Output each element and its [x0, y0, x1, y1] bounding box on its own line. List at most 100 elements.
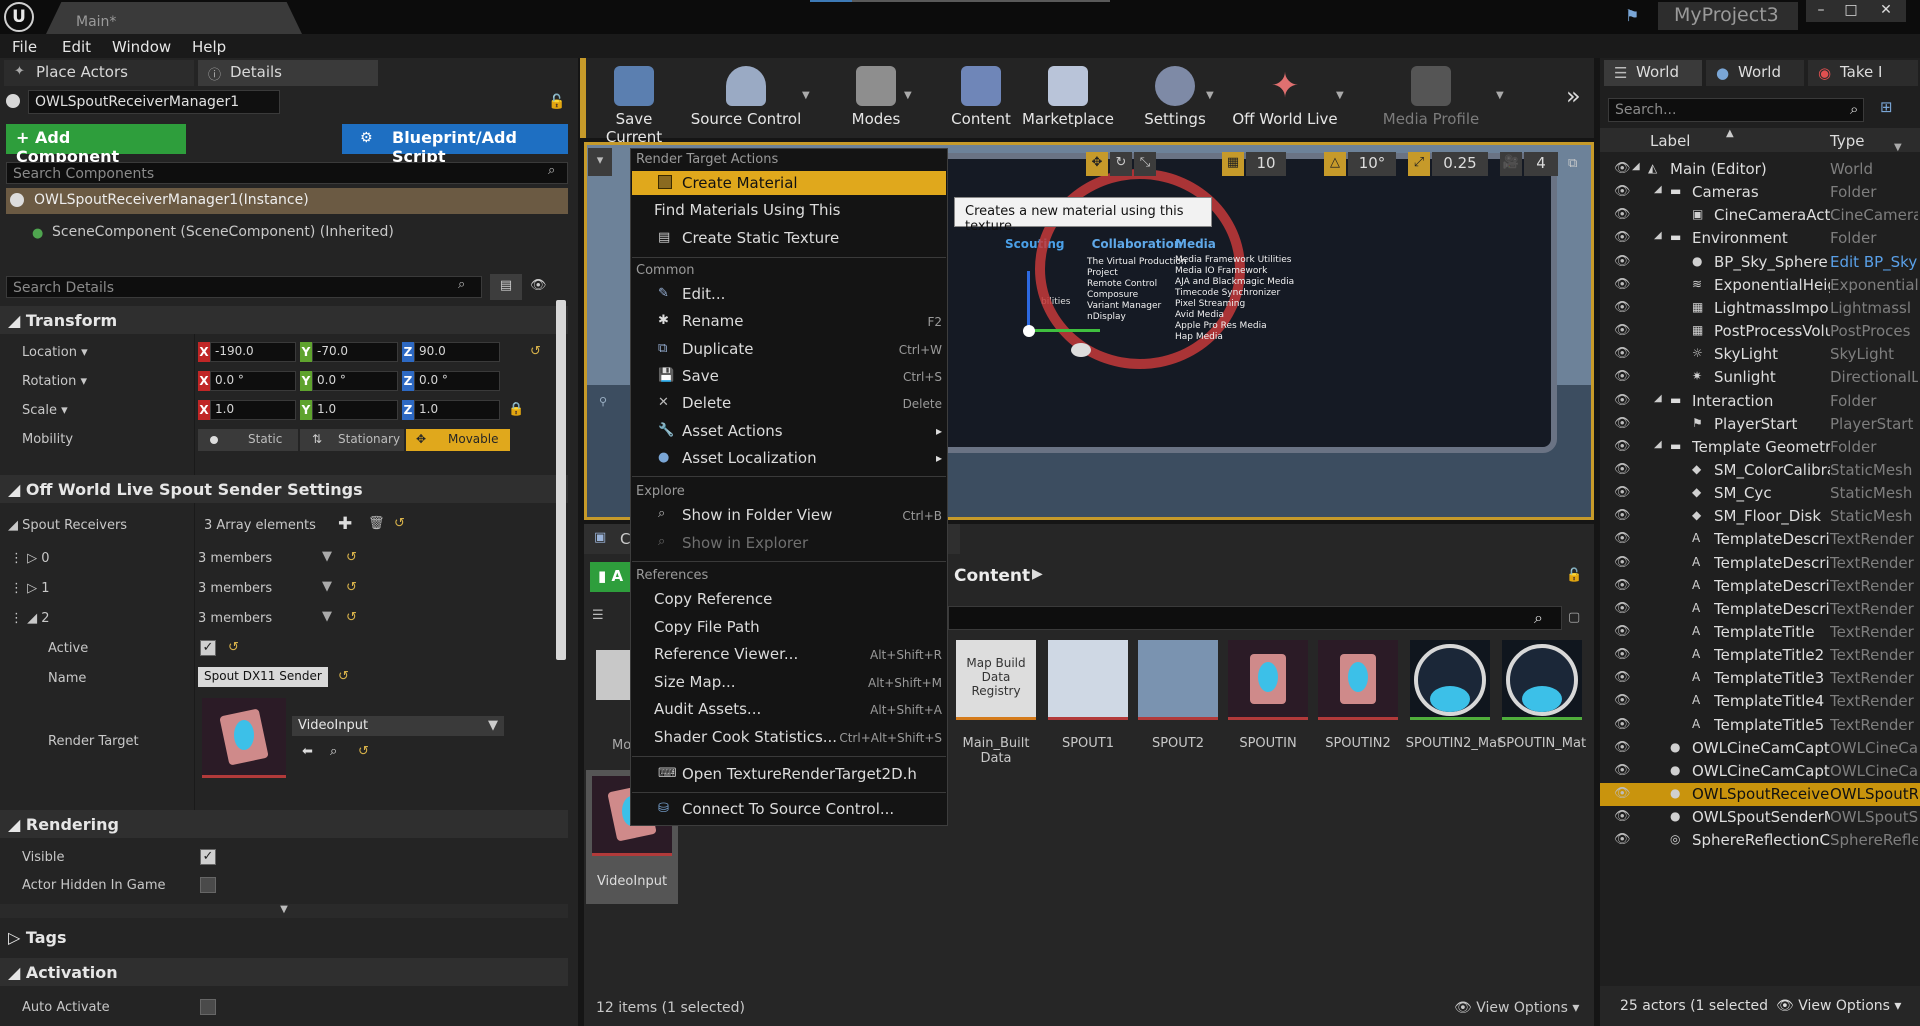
use-selected-arrow-icon[interactable]: ⬅	[302, 744, 313, 759]
visibility-eye-icon[interactable]: 👁	[1614, 300, 1631, 316]
expand-arrow-icon[interactable]: ◢	[1654, 439, 1662, 450]
details-scrollbar[interactable]	[556, 300, 566, 660]
content-path[interactable]: Content	[954, 566, 1030, 586]
visibility-eye-icon[interactable]: 👁	[1614, 207, 1631, 223]
location-y-input[interactable]: -70.0	[312, 342, 398, 362]
outliner-row[interactable]: 👁 A TemplateTitle2 TextRender	[1600, 644, 1920, 667]
outliner-row[interactable]: 👁 ◢ ▬ Environment Folder	[1600, 227, 1920, 250]
spoutin2-thumbnail[interactable]	[1318, 640, 1398, 720]
map-build-data-thumbnail[interactable]: Map Build Data Registry	[956, 640, 1036, 720]
outliner-row[interactable]: 👁 ✷ Sunlight DirectionalL	[1600, 366, 1920, 389]
camera-speed-value[interactable]: 4	[1524, 152, 1558, 176]
off-world-live-dropdown-icon[interactable]: ▼	[1336, 90, 1344, 101]
eye-visibility-icon[interactable]: 👁	[530, 278, 547, 293]
outliner-row[interactable]: 👁 ◢ ▬ Cameras Folder	[1600, 181, 1920, 204]
edit-item[interactable]: Edit...	[682, 285, 725, 303]
menu-help[interactable]: Help	[192, 38, 226, 56]
save-item[interactable]: Save	[682, 367, 719, 385]
visibility-eye-icon[interactable]: 👁	[1614, 832, 1631, 848]
minimize-button[interactable]: –	[1806, 0, 1836, 22]
camera-speed-icon[interactable]: 🎥	[1500, 152, 1522, 176]
rotation-snap-icon[interactable]: △	[1324, 152, 1346, 176]
filter-list-icon[interactable]: ☰	[592, 608, 604, 623]
menu-edit[interactable]: Edit	[62, 38, 91, 56]
copy-reference-item[interactable]: Copy Reference	[654, 590, 772, 608]
advanced-expand[interactable]: ▼	[0, 904, 568, 918]
audit-assets-item[interactable]: Audit Assets...	[654, 700, 761, 718]
content-view-options[interactable]: 👁 View Options ▾	[1454, 1000, 1579, 1016]
translate-tool-icon[interactable]: ✥	[1086, 152, 1108, 176]
gizmo-y-axis[interactable]	[1030, 329, 1100, 332]
outliner-row[interactable]: 👁 A TemplateTitle TextRender	[1600, 621, 1920, 644]
outliner-row[interactable]: 👁 A TemplateDescriptTextRender	[1600, 528, 1920, 551]
visibility-eye-icon[interactable]: 👁	[1614, 693, 1631, 709]
tags-header[interactable]: ▷ Tags	[8, 928, 67, 947]
array-item-2-reset-icon[interactable]: ↺	[346, 610, 357, 625]
lock-icon[interactable]: 🔓	[548, 94, 565, 110]
outliner-row[interactable]: 👁 ≋ ExponentialHeighExponential	[1600, 274, 1920, 297]
tab-world-outliner[interactable]: ☰ World	[1604, 60, 1702, 86]
search-details-input[interactable]: Search Details	[6, 276, 482, 298]
type-column-dropdown-icon[interactable]: ▼	[1894, 142, 1902, 153]
array-item-0[interactable]: ⋮ ▷ 0	[10, 551, 50, 566]
toolbar-overflow-button[interactable]: »	[1566, 82, 1581, 110]
location-label[interactable]: Location ▾	[22, 345, 88, 360]
active-checkbox[interactable]: ✓	[200, 640, 216, 656]
search-components-input[interactable]: Search Components	[6, 162, 568, 184]
property-matrix-icon[interactable]: ▤	[490, 274, 522, 300]
reference-viewer-item[interactable]: Reference Viewer...	[654, 645, 798, 663]
media-profile-dropdown-icon[interactable]: ▼	[1496, 90, 1504, 101]
visibility-eye-icon[interactable]: 👁	[1614, 184, 1631, 200]
visibility-eye-icon[interactable]: 👁	[1614, 485, 1631, 501]
rotation-z-input[interactable]: 0.0 °	[414, 371, 500, 391]
outliner-row[interactable]: 👁 A TemplateTitle4 TextRender	[1600, 690, 1920, 713]
rotate-tool-icon[interactable]: ↻	[1110, 152, 1132, 176]
add-component-button[interactable]: + Add Component	[6, 124, 186, 166]
visibility-eye-icon[interactable]: 👁	[1614, 254, 1631, 270]
show-in-folder-item[interactable]: Show in Folder View	[682, 506, 832, 524]
visibility-eye-icon[interactable]: 👁	[1614, 670, 1631, 686]
menu-file[interactable]: File	[12, 38, 37, 56]
visibility-eye-icon[interactable]: 👁	[1614, 508, 1631, 524]
active-reset-icon[interactable]: ↺	[228, 640, 239, 655]
mobility-movable-button[interactable]: ✥ Movable	[406, 429, 510, 451]
path-chevron-icon[interactable]: ▶	[1032, 566, 1043, 582]
visibility-eye-icon[interactable]: 👁	[1614, 624, 1631, 640]
render-target-reset-icon[interactable]: ↺	[358, 744, 369, 759]
visibility-eye-icon[interactable]: 👁	[1614, 277, 1631, 293]
array-reset-icon[interactable]: ↺	[394, 516, 405, 531]
visibility-eye-icon[interactable]: 👁	[1614, 531, 1631, 547]
outliner-row[interactable]: 👁 ● OWLSpoutSenderM OWLSpoutS	[1600, 806, 1920, 829]
scale-label[interactable]: Scale ▾	[22, 403, 68, 418]
outliner-row[interactable]: 👁 ● OWLSpoutReceiverl OWLSpoutR	[1600, 783, 1920, 807]
add-new-button[interactable]: ▮ A	[590, 562, 634, 592]
visible-checkbox[interactable]: ✓	[200, 849, 216, 865]
spoutin-mat-thumbnail[interactable]	[1502, 640, 1582, 720]
document-tab[interactable]: Main*	[46, 2, 302, 34]
location-x-input[interactable]: -190.0	[210, 342, 296, 362]
browse-search-icon[interactable]: ⌕	[330, 744, 337, 759]
expand-arrow-icon[interactable]: ◢	[1654, 230, 1662, 241]
name-input[interactable]: Spout DX11 Sender	[198, 667, 328, 687]
visibility-eye-icon[interactable]: 👁	[1614, 717, 1631, 733]
outliner-row[interactable]: 👁 ◎ SphereReflectionCa SphereRefle	[1600, 829, 1920, 852]
column-type[interactable]: Type	[1830, 132, 1864, 150]
expand-arrow-icon[interactable]: ◢	[1654, 184, 1662, 195]
rename-item[interactable]: Rename	[682, 312, 744, 330]
outliner-row[interactable]: 👁 ◢ ▬ Interaction Folder	[1600, 390, 1920, 413]
tab-take-recorder[interactable]: ◉ Take I	[1808, 60, 1918, 86]
visibility-eye-icon[interactable]: 👁	[1614, 578, 1631, 594]
spoutin-thumbnail[interactable]	[1228, 640, 1308, 720]
grid-snap-icon[interactable]: ▦	[1222, 152, 1244, 176]
auto-activate-checkbox[interactable]	[200, 999, 216, 1015]
spout1-thumbnail[interactable]	[1048, 640, 1128, 720]
source-control-dropdown-icon[interactable]: ▼	[802, 90, 810, 101]
gizmo-pivot[interactable]	[1023, 325, 1035, 337]
outliner-row[interactable]: 👁 A TemplateTitle3 TextRender	[1600, 667, 1920, 690]
expand-arrow-icon[interactable]: ◢	[1632, 161, 1640, 172]
settings-button[interactable]: Settings	[1140, 58, 1210, 138]
visibility-eye-icon[interactable]: 👁	[1614, 346, 1631, 362]
array-item-1-reset-icon[interactable]: ↺	[346, 580, 357, 595]
component-instance-row[interactable]: OWLSpoutReceiverManager1(Instance)	[6, 188, 568, 214]
location-z-input[interactable]: 90.0	[414, 342, 500, 362]
